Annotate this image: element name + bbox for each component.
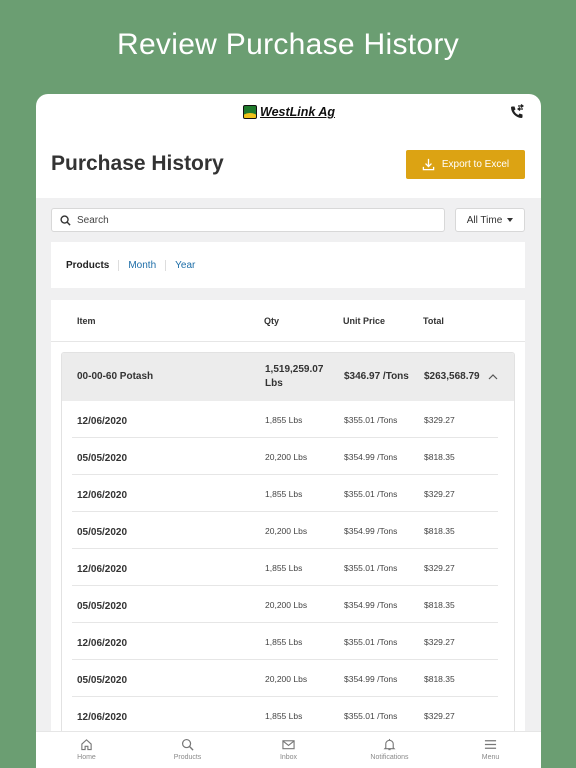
purchase-table: Item Qty Unit Price Total 00-00-60 Potas… [51,300,525,768]
row-unit-price: $354.99 /Tons [344,674,398,684]
download-icon [422,158,435,171]
row-date: 12/06/2020 [77,712,128,723]
home-icon [81,739,92,751]
row-qty: 1,855 Lbs [265,711,303,721]
column-header-qty: Qty [264,316,280,326]
row-date: 12/06/2020 [77,490,128,501]
table-row[interactable]: 05/05/2020 20,200 Lbs $354.99 /Tons $818.35 [62,512,514,549]
table-row[interactable]: 05/05/2020 20,200 Lbs $354.99 /Tons $818.35 [62,586,514,623]
group-qty-unit: Lbs [265,378,283,389]
nav-menu[interactable]: Menu [440,732,541,768]
table-row[interactable]: 12/06/2020 1,855 Lbs $355.01 /Tons $329.27 [62,623,514,660]
nav-home[interactable]: Home [36,732,137,768]
row-unit-price: $355.01 /Tons [344,637,398,647]
row-total: $818.35 [424,600,455,610]
row-total: $329.27 [424,489,455,499]
row-unit-price: $355.01 /Tons [344,415,398,425]
hamburger-icon [484,740,497,749]
logo-text: WestLink Ag [260,105,336,119]
row-date: 12/06/2020 [77,416,128,427]
table-row[interactable]: 12/06/2020 1,855 Lbs $355.01 /Tons $329.27 [62,697,514,734]
search-placeholder: Search [77,214,109,226]
row-total: $818.35 [424,452,455,462]
column-header-total: Total [423,316,444,326]
bottom-nav: Home Products Inbox Notifications Menu [36,731,541,768]
search-icon [181,738,194,751]
row-date: 05/05/2020 [77,453,128,464]
app-window: WestLink Ag Purchase History Export to E… [36,94,541,768]
nav-products-label: Products [173,754,202,761]
row-date: 05/05/2020 [77,527,128,538]
nav-menu-label: Menu [481,754,500,761]
row-qty: 20,200 Lbs [265,600,308,610]
nav-products[interactable]: Products [137,732,238,768]
export-button-label: Export to Excel [441,159,510,170]
row-qty: 1,855 Lbs [265,563,303,573]
row-date: 12/06/2020 [77,564,128,575]
row-unit-price: $354.99 /Tons [344,452,398,462]
row-date: 05/05/2020 [77,675,128,686]
row-qty: 20,200 Lbs [265,674,308,684]
page-header: Purchase History Export to Excel [36,130,541,198]
row-total: $329.27 [424,711,455,721]
product-group-header[interactable]: 00-00-60 Potash 1,519,259.07 Lbs $346.97… [62,353,514,401]
table-header: Item Qty Unit Price Total [51,300,525,342]
row-qty: 1,855 Lbs [265,637,303,647]
row-unit-price: $355.01 /Tons [344,563,398,573]
nav-inbox-label: Inbox [279,754,298,761]
search-input[interactable]: Search [51,208,445,232]
table-row[interactable]: 12/06/2020 1,855 Lbs $355.01 /Tons $329.27 [62,549,514,586]
mail-icon [282,740,295,750]
time-filter-value: All Time [466,214,503,226]
group-qty: 1,519,259.07 [265,364,324,375]
row-total: $329.27 [424,415,455,425]
export-to-excel-button[interactable]: Export to Excel [406,150,525,179]
table-row[interactable]: 12/06/2020 1,855 Lbs $355.01 /Tons $329.27 [62,475,514,512]
nav-inbox[interactable]: Inbox [238,732,339,768]
view-tabs: Products Month Year [51,242,525,288]
tab-month[interactable]: Month [118,259,165,271]
row-total: $818.35 [424,526,455,536]
top-bar: WestLink Ag [36,94,541,130]
purchase-rows: 12/06/2020 1,855 Lbs $355.01 /Tons $329.27 0… [62,401,514,734]
table-row[interactable]: 05/05/2020 20,200 Lbs $354.99 /Tons $818.35 [62,438,514,475]
table-row[interactable]: 05/05/2020 20,200 Lbs $354.99 /Tons $818.35 [62,660,514,697]
time-filter-dropdown[interactable]: All Time [455,208,525,232]
search-icon [60,214,71,226]
logo-mark-icon [243,105,257,119]
row-unit-price: $354.99 /Tons [344,600,398,610]
tab-products[interactable]: Products [66,260,118,271]
nav-notifications-label: Notifications [370,754,409,761]
tab-year[interactable]: Year [165,259,204,271]
row-unit-price: $354.99 /Tons [344,526,398,536]
group-total: $263,568.79 [424,371,480,382]
group-unit-price: $346.97 /Tons [344,371,409,382]
logo: WestLink Ag [243,105,335,119]
row-unit-price: $355.01 /Tons [344,489,398,499]
table-row[interactable]: 12/06/2020 1,855 Lbs $355.01 /Tons $329.27 [62,401,514,438]
promo-headline: Review Purchase History [116,28,459,61]
row-date: 12/06/2020 [77,638,128,649]
bell-icon [383,738,396,751]
row-total: $329.27 [424,637,455,647]
content-area: Search All Time Products Month Year Item… [36,198,541,768]
caret-down-icon [507,218,514,222]
row-qty: 20,200 Lbs [265,452,308,462]
group-item-name: 00-00-60 Potash [77,371,154,382]
row-total: $329.27 [424,563,455,573]
row-total: $818.35 [424,674,455,684]
column-header-unit-price: Unit Price [343,316,386,326]
row-date: 05/05/2020 [77,601,128,612]
row-unit-price: $355.01 /Tons [344,711,398,721]
product-group: 00-00-60 Potash 1,519,259.07 Lbs $346.97… [61,352,515,768]
nav-notifications[interactable]: Notifications [339,732,440,768]
chevron-up-icon[interactable] [488,372,498,382]
row-qty: 1,855 Lbs [265,489,303,499]
row-qty: 1,855 Lbs [265,415,303,425]
row-qty: 20,200 Lbs [265,526,308,536]
column-header-item: Item [77,316,96,326]
nav-home-label: Home [77,754,96,761]
phone-transfer-icon[interactable] [509,104,525,120]
page-title: Purchase History [51,152,224,175]
